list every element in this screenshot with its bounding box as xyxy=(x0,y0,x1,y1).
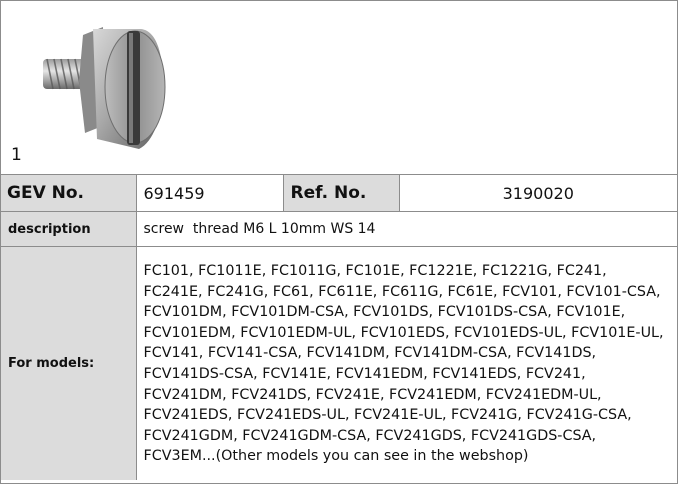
gev-row: GEV No. 691459 Ref. No. 3190020 xyxy=(1,175,677,212)
models-value: FC101, FC1011E, FC1011G, FC101E, FC1221E… xyxy=(135,246,677,480)
models-label: For models: xyxy=(1,246,137,480)
product-sheet: 1 GEV No. 691459 Ref. No. 3190020 descri… xyxy=(0,0,678,484)
spec-table: GEV No. 691459 Ref. No. 3190020 descript… xyxy=(1,175,677,480)
description-value: screw thread M6 L 10mm WS 14 xyxy=(135,211,677,247)
gev-value: 691459 xyxy=(135,175,284,212)
description-row: description screw thread M6 L 10mm WS 14 xyxy=(1,211,677,247)
ref-label: Ref. No. xyxy=(282,175,400,212)
description-label: description xyxy=(1,211,137,247)
product-image-cell: 1 xyxy=(1,1,677,175)
models-row: For models: FC101, FC1011E, FC1011G, FC1… xyxy=(1,246,677,480)
ref-value: 3190020 xyxy=(398,175,677,212)
gev-label: GEV No. xyxy=(1,175,137,212)
image-number: 1 xyxy=(11,145,22,165)
screw-photo xyxy=(43,27,166,149)
